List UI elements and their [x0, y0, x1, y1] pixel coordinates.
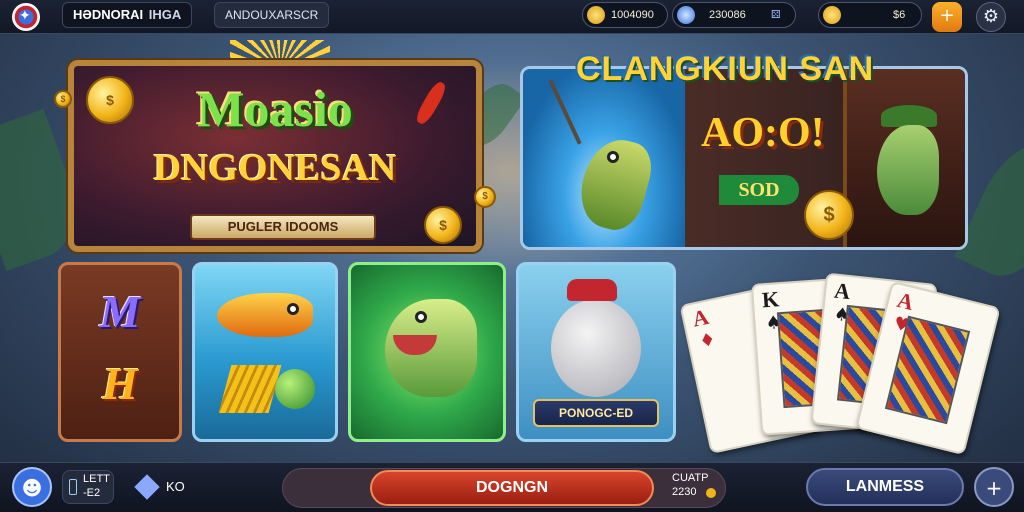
seal-body-icon: [551, 299, 641, 397]
hero-title-line2: DNGONESAN: [153, 147, 397, 189]
coin-icon: [587, 6, 605, 24]
mahjong-game-tile[interactable]: M H: [58, 262, 182, 442]
app-logo-icon[interactable]: ✦: [12, 3, 40, 31]
card-rank: A: [690, 303, 711, 332]
green-ball-icon: [275, 369, 315, 409]
coin-decoration-icon: $: [804, 190, 854, 240]
coin-counter[interactable]: 1004090: [582, 2, 668, 28]
add-button[interactable]: +: [974, 467, 1014, 507]
gold-bag-icon: [823, 6, 841, 24]
golden-fish-game-tile[interactable]: [192, 262, 338, 442]
fish-eye: [415, 311, 427, 323]
top-bar: ✦ HƏDNORAI IHGA ANDOUXARSCR 1004090 2300…: [0, 0, 1024, 34]
counter-label: CUATP: [672, 472, 709, 484]
card-suit-icon: ♦: [697, 328, 718, 353]
level-label: LETT: [83, 473, 110, 485]
seal-tile-plate: PONOGC-ED: [533, 399, 659, 427]
brand-name: HƏDNORAI: [73, 7, 144, 22]
card-rank: A: [833, 277, 852, 305]
promo-title: CLANGKIUN SAN: [576, 50, 875, 88]
settings-button[interactable]: ⚙: [976, 2, 1006, 32]
fisherman-fish-icon: [877, 125, 939, 215]
dice-icon: ⚄: [771, 9, 781, 21]
counter-value: 2230: [672, 486, 697, 498]
profile-button[interactable]: ☻: [12, 467, 52, 507]
brand-chip[interactable]: HƏDNORAI IHGA: [62, 2, 193, 28]
fishing-hook-icon: [548, 79, 582, 145]
brand-tag: IHGA: [148, 7, 182, 22]
sub-label-chip[interactable]: ANDOUXARSCR: [214, 2, 330, 28]
gold-bag-value: $6: [893, 9, 906, 21]
plus-icon: +: [939, 5, 955, 26]
tile-letter-bottom: H: [102, 358, 138, 409]
gem-counter[interactable]: 230086 ⚄: [672, 2, 796, 28]
counter-chip[interactable]: CUATP 2230: [660, 470, 724, 504]
promo-banner[interactable]: AO:O! SOD: [520, 66, 968, 250]
coin-decoration-icon: $: [424, 206, 462, 244]
gold-bars-icon: [218, 365, 282, 413]
gem-icon: [677, 6, 695, 24]
seal-game-tile[interactable]: PONOGC-ED: [516, 262, 676, 442]
gold-bag-counter[interactable]: $6: [818, 2, 922, 28]
promo-sub-amount: SOD: [719, 175, 799, 205]
plus-icon: +: [985, 476, 1003, 500]
side-action-button[interactable]: LANMESS: [806, 468, 964, 506]
card-rank: A: [894, 287, 917, 316]
bass-fish-game-tile[interactable]: [348, 262, 506, 442]
diamond-label: KO: [166, 479, 185, 494]
tile-letter-top: M: [99, 286, 141, 337]
leaping-fish-icon: [572, 132, 658, 236]
level-value: -E2: [83, 487, 101, 499]
golden-fish-icon: [217, 293, 313, 337]
battery-icon: [69, 479, 77, 495]
profile-icon: ☻: [21, 476, 43, 500]
add-currency-button[interactable]: +: [932, 2, 962, 32]
coin-value: 1004090: [611, 9, 654, 21]
promo-amount: AO:O!: [701, 110, 825, 156]
star-icon: ✦: [19, 8, 31, 24]
fish-eye: [607, 151, 619, 163]
coin-decoration-icon: $: [474, 186, 496, 208]
hero-ribbon: PUGLER IDOOMS: [190, 214, 376, 240]
coin-icon: [706, 488, 716, 498]
level-chip[interactable]: LETT -E2: [62, 470, 114, 504]
hero-title-line1: Moasio: [197, 81, 353, 137]
main-action-button[interactable]: DOGNGN: [370, 470, 654, 506]
fisherman-hat-icon: [881, 105, 937, 127]
coin-decoration-icon: $: [54, 90, 72, 108]
gear-icon: ⚙: [982, 6, 1000, 27]
gem-value: 230086: [709, 9, 746, 21]
card-rank: K: [761, 286, 780, 313]
fisherman-panel: [843, 69, 965, 247]
coin-decoration-icon: $: [86, 76, 134, 124]
water-splash: [523, 69, 685, 247]
fish-eye: [287, 303, 299, 315]
top-hat-icon: [567, 279, 617, 301]
